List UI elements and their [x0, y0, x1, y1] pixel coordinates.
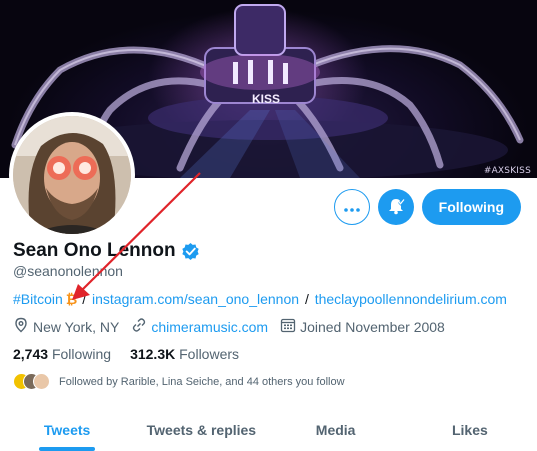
verified-badge-icon: [181, 242, 200, 261]
more-dots-icon: [343, 200, 360, 215]
notification-bell-icon: [386, 196, 406, 219]
bio-claypool-link[interactable]: theclaypoollennondelirium.com: [315, 291, 507, 307]
following-count-link[interactable]: 2,743 Following: [13, 346, 111, 362]
website-link[interactable]: chimeramusic.com: [151, 319, 268, 335]
profile-meta: New York, NY chimeramusic.com Joined Nov…: [13, 317, 457, 336]
follower-avatar: [33, 373, 50, 390]
bitcoin-emoji: ₿: [65, 291, 78, 307]
followers-count: 312.3K: [130, 346, 176, 362]
following-count-label: Following: [51, 346, 112, 362]
follow-counts: 2,743 Following 312.3K Followers: [13, 346, 258, 362]
notifications-button[interactable]: [377, 189, 414, 225]
location-text: New York, NY: [33, 318, 120, 335]
avatar-image: [13, 116, 131, 234]
avatar[interactable]: [9, 112, 135, 238]
svg-text:KISS: KISS: [252, 92, 280, 106]
profile-bio: #Bitcoin ₿ / instagram.com/sean_ono_lennon…: [13, 291, 507, 307]
bio-instagram-link[interactable]: instagram.com/sean_ono_lennon: [92, 291, 299, 307]
profile-actions: Following: [333, 189, 521, 225]
followed-by[interactable]: Followed by Rarible, Lina Seiche, and 44…: [13, 373, 345, 390]
following-count: 2,743: [13, 346, 49, 362]
profile-name-row: Sean Ono Lennon: [13, 240, 200, 262]
location-pin-icon: [13, 317, 33, 336]
more-options-button[interactable]: [333, 189, 370, 225]
followers-count-link[interactable]: 312.3K Followers: [130, 346, 239, 362]
calendar-icon: [280, 317, 300, 336]
profile-tabs: Tweets Tweets & replies Media Likes: [0, 410, 537, 451]
joined-item: Joined November 2008: [280, 317, 445, 336]
website-item: chimeramusic.com: [131, 317, 268, 336]
tab-tweets[interactable]: Tweets: [0, 410, 134, 451]
location-item: New York, NY: [13, 317, 119, 336]
joined-text: Joined November 2008: [300, 318, 445, 335]
profile-name: Sean Ono Lennon: [13, 240, 176, 261]
profile-handle: @seanonolennon: [13, 263, 123, 279]
followers-count-label: Followers: [179, 346, 240, 362]
link-icon: [131, 317, 151, 336]
followed-by-text: Followed by Rarible, Lina Seiche, and 44…: [59, 375, 345, 388]
bio-separator: /: [82, 291, 87, 307]
tab-tweets-replies[interactable]: Tweets & replies: [134, 410, 268, 451]
bio-separator: /: [304, 291, 309, 307]
banner-watermark: #AXSKISS: [483, 166, 531, 176]
bio-hashtag-link[interactable]: #Bitcoin: [13, 291, 63, 307]
tab-media[interactable]: Media: [269, 410, 403, 451]
following-button[interactable]: Following: [421, 189, 521, 225]
tab-likes[interactable]: Likes: [403, 410, 537, 451]
